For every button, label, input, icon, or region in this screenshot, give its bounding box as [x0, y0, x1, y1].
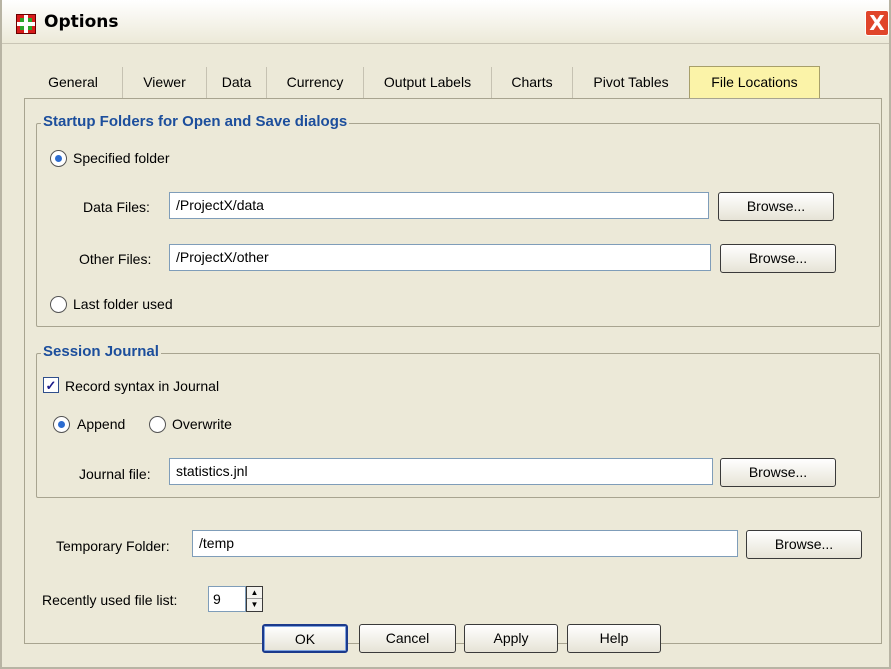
ok-button[interactable]: OK: [262, 624, 348, 653]
temp-folder-input[interactable]: /temp: [192, 530, 738, 557]
recent-files-spinner[interactable]: ▲ ▼: [246, 586, 263, 612]
tab-charts[interactable]: Charts: [491, 67, 572, 98]
recent-files-input[interactable]: 9: [208, 586, 246, 612]
close-icon[interactable]: X: [865, 10, 889, 36]
append-radio[interactable]: [53, 416, 70, 433]
last-folder-radio[interactable]: [50, 296, 67, 313]
other-files-browse-button[interactable]: Browse...: [720, 244, 836, 273]
overwrite-label: Overwrite: [172, 416, 232, 432]
last-folder-label: Last folder used: [73, 296, 173, 312]
record-syntax-checkbox[interactable]: ✓: [43, 377, 59, 393]
data-files-input[interactable]: /ProjectX/data: [169, 192, 709, 219]
journal-group-title: Session Journal: [41, 343, 161, 360]
app-grid-icon: [16, 14, 36, 34]
tab-output-labels[interactable]: Output Labels: [363, 67, 491, 98]
apply-button[interactable]: Apply: [464, 624, 558, 653]
record-syntax-label: Record syntax in Journal: [65, 378, 220, 394]
help-button[interactable]: Help: [567, 624, 661, 653]
journal-file-label: Journal file:: [79, 466, 151, 482]
tab-general[interactable]: General: [24, 67, 122, 98]
specified-folder-radio[interactable]: [50, 150, 67, 167]
overwrite-radio[interactable]: [149, 416, 166, 433]
data-files-browse-button[interactable]: Browse...: [718, 192, 834, 221]
append-label: Append: [77, 416, 126, 432]
spin-up-icon[interactable]: ▲: [247, 587, 262, 599]
recent-files-label: Recently used file list:: [42, 592, 178, 608]
options-dialog: Options X General Viewer Data Currency O…: [0, 0, 891, 669]
spin-down-icon[interactable]: ▼: [247, 599, 262, 611]
title-bar: Options X: [2, 0, 889, 44]
other-files-input[interactable]: /ProjectX/other: [169, 244, 711, 271]
tab-currency[interactable]: Currency: [266, 67, 363, 98]
cancel-button[interactable]: Cancel: [359, 624, 456, 653]
journal-browse-button[interactable]: Browse...: [720, 458, 836, 487]
startup-group-title: Startup Folders for Open and Save dialog…: [41, 113, 350, 130]
specified-folder-label: Specified folder: [73, 150, 170, 166]
other-files-label: Other Files:: [79, 251, 152, 267]
temp-browse-button[interactable]: Browse...: [746, 530, 862, 559]
tab-pivot-tables[interactable]: Pivot Tables: [572, 67, 689, 98]
tab-file-locations[interactable]: File Locations: [689, 66, 820, 99]
tab-data[interactable]: Data: [206, 67, 266, 98]
data-files-label: Data Files:: [83, 199, 150, 215]
temp-folder-label: Temporary Folder:: [56, 538, 170, 554]
tab-viewer[interactable]: Viewer: [122, 67, 206, 98]
window-title: Options: [44, 12, 119, 32]
journal-file-input[interactable]: statistics.jnl: [169, 458, 713, 485]
